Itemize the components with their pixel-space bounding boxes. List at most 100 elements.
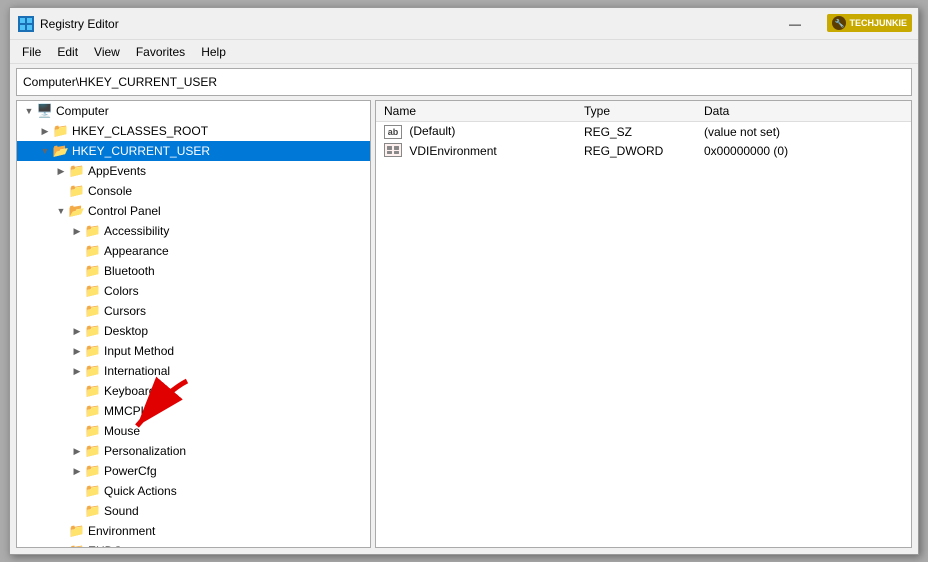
tree-label-international: International (104, 364, 170, 378)
folder-icon-cursors: 📁 (85, 303, 101, 319)
expander-environment[interactable]: ▶ (53, 523, 69, 539)
expander-console[interactable]: ▶ (53, 183, 69, 199)
expander-appearance[interactable]: ▶ (69, 243, 85, 259)
tree-item-mmcpl[interactable]: ▶ 📁 MMCPL (17, 401, 370, 421)
expander-input-method[interactable]: ▶ (69, 343, 85, 359)
menu-file[interactable]: File (14, 43, 49, 61)
folder-icon-powercfg: 📁 (85, 463, 101, 479)
tree-label-eudc: EUDC (88, 544, 122, 548)
tree-item-classes-root[interactable]: ▶ 📁 HKEY_CLASSES_ROOT (17, 121, 370, 141)
folder-icon-desktop: 📁 (85, 323, 101, 339)
tree-item-desktop[interactable]: ▶ 📁 Desktop (17, 321, 370, 341)
expander-keyboard[interactable]: ▶ (69, 383, 85, 399)
tree-item-quick-actions[interactable]: ▶ 📁 Quick Actions (17, 481, 370, 501)
expander-mouse[interactable]: ▶ (69, 423, 85, 439)
tree-label-appevents: AppEvents (88, 164, 146, 178)
tree-item-appearance[interactable]: ▶ 📁 Appearance (17, 241, 370, 261)
tree-item-appevents[interactable]: ▶ 📁 AppEvents (17, 161, 370, 181)
expander-cursors[interactable]: ▶ (69, 303, 85, 319)
expander-accessibility[interactable]: ▶ (69, 223, 85, 239)
tree-item-colors[interactable]: ▶ 📁 Colors (17, 281, 370, 301)
tree-item-powercfg[interactable]: ▶ 📁 PowerCfg (17, 461, 370, 481)
tree-item-international[interactable]: ▶ 📁 International (17, 361, 370, 381)
folder-icon-appearance: 📁 (85, 243, 101, 259)
tree-item-mouse[interactable]: ▶ 📁 Mouse (17, 421, 370, 441)
table-row[interactable]: VDIEnvironment REG_DWORD 0x00000000 (0) (376, 141, 911, 160)
col-name[interactable]: Name (376, 101, 576, 122)
reg-icon-ab: ab (384, 125, 402, 139)
tree-item-control-panel[interactable]: ▼ 📂 Control Panel (17, 201, 370, 221)
tree-label-personalization: Personalization (104, 444, 186, 458)
expander-colors[interactable]: ▶ (69, 283, 85, 299)
tree-item-bluetooth[interactable]: ▶ 📁 Bluetooth (17, 261, 370, 281)
tree-label-console: Console (88, 184, 132, 198)
expander-control-panel[interactable]: ▼ (53, 203, 69, 219)
folder-icon-current-user: 📂 (53, 143, 69, 159)
expander-quick-actions[interactable]: ▶ (69, 483, 85, 499)
folder-icon-mmcpl: 📁 (85, 403, 101, 419)
menu-edit[interactable]: Edit (49, 43, 86, 61)
tree-pane[interactable]: ▼ 🖥️ Computer ▶ 📁 HKEY_CLASSES_ROOT ▼ 📂 … (16, 100, 371, 548)
tree-label-colors: Colors (104, 284, 139, 298)
tree-item-personalization[interactable]: ▶ 📁 Personalization (17, 441, 370, 461)
watermark-icon: 🔧 (832, 16, 846, 30)
tree-label-input-method: Input Method (104, 344, 174, 358)
expander-personalization[interactable]: ▶ (69, 443, 85, 459)
menu-favorites[interactable]: Favorites (128, 43, 193, 61)
registry-pane[interactable]: Name Type Data ab (Default) REG_SZ (375, 100, 912, 548)
tree-item-eudc[interactable]: ▶ 📁 EUDC (17, 541, 370, 548)
expander-international[interactable]: ▶ (69, 363, 85, 379)
tree-label-cursors: Cursors (104, 304, 146, 318)
window-title: Registry Editor (40, 17, 772, 31)
tree-item-cursors[interactable]: ▶ 📁 Cursors (17, 301, 370, 321)
registry-table: Name Type Data ab (Default) REG_SZ (376, 101, 911, 160)
folder-icon-input-method: 📁 (85, 343, 101, 359)
tree-label-mmcpl: MMCPL (104, 404, 147, 418)
tree-item-accessibility[interactable]: ▶ 📁 Accessibility (17, 221, 370, 241)
col-data[interactable]: Data (696, 101, 911, 122)
folder-icon-classes-root: 📁 (53, 123, 69, 139)
menu-help[interactable]: Help (193, 43, 234, 61)
row-type-vdi: REG_DWORD (576, 141, 696, 160)
folder-icon-international: 📁 (85, 363, 101, 379)
main-content: ▼ 🖥️ Computer ▶ 📁 HKEY_CLASSES_ROOT ▼ 📂 … (16, 100, 912, 548)
tree-item-sound[interactable]: ▶ 📁 Sound (17, 501, 370, 521)
tree-label-current-user: HKEY_CURRENT_USER (72, 144, 210, 158)
expander-appevents[interactable]: ▶ (53, 163, 69, 179)
minimize-button[interactable]: — (772, 8, 818, 40)
row-name-vdi: VDIEnvironment (376, 141, 576, 160)
registry-editor-window: Registry Editor — □ ✕ File Edit View Fav… (9, 7, 919, 555)
expander-powercfg[interactable]: ▶ (69, 463, 85, 479)
expander-mmcpl[interactable]: ▶ (69, 403, 85, 419)
expander-desktop[interactable]: ▶ (69, 323, 85, 339)
tree-label-accessibility: Accessibility (104, 224, 169, 238)
tree-label-keyboard: Keyboard (104, 384, 155, 398)
tree-label-quick-actions: Quick Actions (104, 484, 177, 498)
tree-item-computer[interactable]: ▼ 🖥️ Computer (17, 101, 370, 121)
expander-current-user[interactable]: ▼ (37, 143, 53, 159)
folder-icon-mouse: 📁 (85, 423, 101, 439)
tree-label-powercfg: PowerCfg (104, 464, 157, 478)
tree-item-console[interactable]: ▶ 📁 Console (17, 181, 370, 201)
tree-label-computer: Computer (56, 104, 109, 118)
tree-item-environment[interactable]: ▶ 📁 Environment (17, 521, 370, 541)
address-bar[interactable]: Computer\HKEY_CURRENT_USER (16, 68, 912, 96)
expander-eudc[interactable]: ▶ (53, 543, 69, 548)
menu-view[interactable]: View (86, 43, 128, 61)
folder-icon-sound: 📁 (85, 503, 101, 519)
row-data-vdi: 0x00000000 (0) (696, 141, 911, 160)
tree-label-bluetooth: Bluetooth (104, 264, 155, 278)
tree-item-current-user[interactable]: ▼ 📂 HKEY_CURRENT_USER (17, 141, 370, 161)
watermark: 🔧 TECHJUNKIE (827, 14, 912, 32)
folder-icon-accessibility: 📁 (85, 223, 101, 239)
col-type[interactable]: Type (576, 101, 696, 122)
expander-computer[interactable]: ▼ (21, 103, 37, 119)
tree-item-keyboard[interactable]: ▶ 📁 Keyboard (17, 381, 370, 401)
tree-item-input-method[interactable]: ▶ 📁 Input Method (17, 341, 370, 361)
tree-label-sound: Sound (104, 504, 139, 518)
expander-bluetooth[interactable]: ▶ (69, 263, 85, 279)
table-row[interactable]: ab (Default) REG_SZ (value not set) (376, 122, 911, 142)
expander-sound[interactable]: ▶ (69, 503, 85, 519)
expander-classes-root[interactable]: ▶ (37, 123, 53, 139)
address-text: Computer\HKEY_CURRENT_USER (23, 75, 217, 89)
